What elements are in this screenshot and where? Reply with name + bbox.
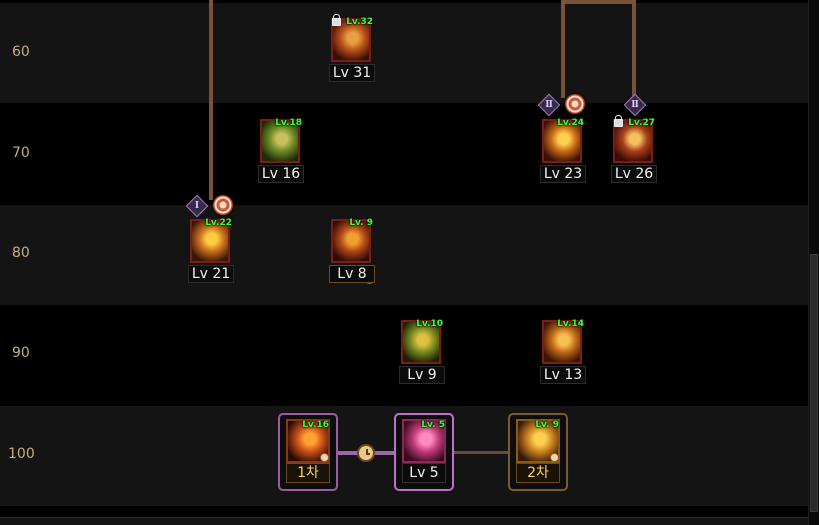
swirl-icon (213, 195, 233, 215)
skill-level: Lv 9 (399, 366, 445, 384)
required-level: Lv.27 (628, 118, 655, 128)
lock-icon (332, 14, 341, 26)
clock-icon (357, 444, 375, 462)
skill-slot[interactable]: Lv.32 D Lv 31 (329, 14, 375, 84)
lock-icon (614, 115, 623, 127)
awakening-label: 1차 (286, 463, 330, 483)
skill-level: Lv 13 (540, 366, 586, 384)
row-band-60 (0, 3, 808, 103)
awakening-link-line (450, 451, 508, 454)
row-band-70 (0, 103, 808, 203)
skill-level: Lv 31 (329, 64, 375, 82)
awakening-slot-3[interactable]: Lv. 9 2차 (508, 413, 568, 491)
required-level: Lv.22 (205, 218, 232, 228)
connector-line (561, 0, 565, 98)
skill-slot[interactable]: Lv.24 F Lv 23 (540, 117, 586, 185)
row-label-100: 100 (8, 446, 35, 462)
skill-slot[interactable]: Lv.10 Lv 9 (399, 318, 445, 386)
skill-slot[interactable]: Lv. 9 Lv 8 (329, 217, 375, 285)
clock-icon (550, 453, 559, 462)
required-level: Lv.10 (416, 319, 443, 329)
required-level: Lv. 5 (421, 420, 445, 430)
required-level: Lv.16 (302, 420, 329, 430)
required-level: Lv.24 (557, 118, 584, 128)
required-level: Lv.18 (275, 118, 302, 128)
skill-level: Lv 26 (611, 165, 657, 183)
awakening-label: 2차 (516, 463, 560, 483)
required-level: Lv. 9 (349, 218, 373, 228)
clock-icon (320, 453, 329, 462)
skill-slot[interactable]: Lv.14 Y Lv 13 (540, 318, 586, 386)
connector-line (561, 0, 636, 4)
row-label-60: 60 (12, 44, 30, 60)
skill-level: Lv 23 (540, 165, 586, 183)
row-band-80 (0, 205, 808, 305)
awakening-slot-2[interactable]: Lv. 5 Lv 5 (394, 413, 454, 491)
connector-line (632, 0, 636, 98)
connector-line (209, 0, 213, 200)
row-label-80: 80 (12, 245, 30, 261)
skill-slot[interactable]: Lv.22 T Lv 21 (188, 217, 234, 285)
skill-level: Lv 21 (188, 265, 234, 283)
skill-slot[interactable]: Lv.27 G Lv 26 (611, 115, 657, 185)
required-level: Lv. 9 (535, 420, 559, 430)
swirl-icon (565, 94, 585, 114)
row-label-90: 90 (12, 345, 30, 361)
skill-slot[interactable]: Lv.18 Lv 16 (258, 117, 304, 185)
bottom-edge (0, 517, 808, 525)
skill-level: Lv 5 (402, 463, 446, 483)
required-level: Lv.32 (346, 17, 373, 27)
row-label-70: 70 (12, 145, 30, 161)
skill-tree: 60 70 80 90 100 Ⅰ Ⅱ Ⅱ Lv.32 D Lv 31 Lv.1… (0, 0, 819, 525)
skill-level: Lv 8 (329, 265, 375, 283)
skill-level: Lv 16 (258, 165, 304, 183)
required-level: Lv.14 (557, 319, 584, 329)
awakening-slot-1[interactable]: Lv.16 1차 (278, 413, 338, 491)
scrollbar-thumb[interactable] (810, 254, 818, 512)
